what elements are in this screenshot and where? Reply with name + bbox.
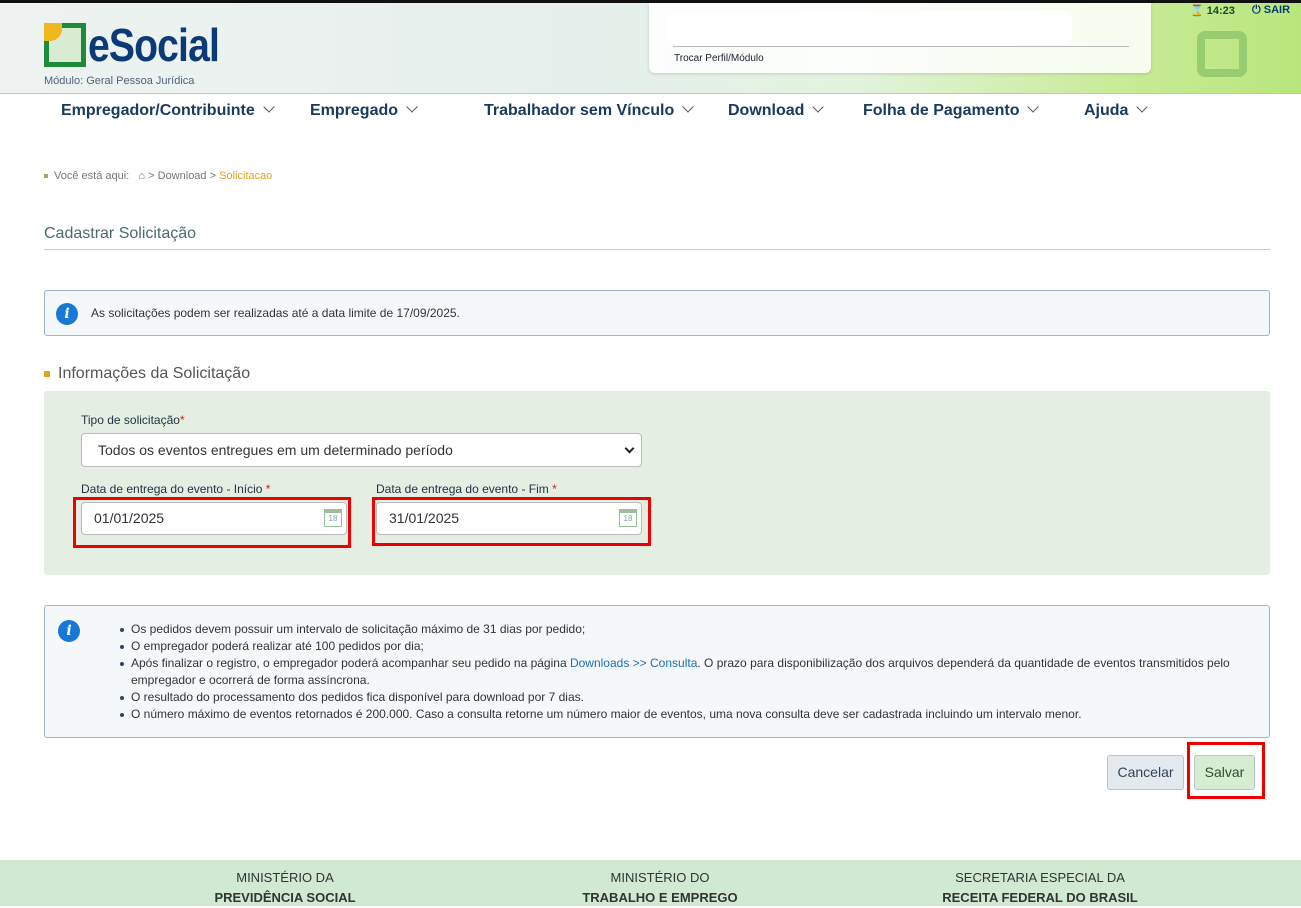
chevron-down-icon xyxy=(406,101,418,113)
notes-alert: i Os pedidos devem possuir um intervalo … xyxy=(44,605,1270,738)
chevron-down-icon xyxy=(1027,101,1040,113)
esocial-logo[interactable]: eSocial xyxy=(44,19,242,71)
type-select[interactable]: Todos os eventos entregues em um determi… xyxy=(81,433,642,467)
breadcrumb-download[interactable]: Download xyxy=(158,170,207,182)
alert-text: As solicitações podem ser realizadas até… xyxy=(91,306,460,320)
footer-line: MINISTÉRIO DA xyxy=(236,870,334,885)
footer-previdencia: MINISTÉRIO DA PREVIDÊNCIA SOCIAL xyxy=(185,868,385,908)
note-item: Após finalizar o registro, o empregador … xyxy=(120,655,1251,689)
logo-icon xyxy=(44,23,86,67)
note-item: Os pedidos devem possuir um intervalo de… xyxy=(120,621,1251,638)
logo-text: eSocial xyxy=(88,19,220,71)
chevron-down-icon xyxy=(812,101,825,113)
logout-button[interactable]: ⏻ SAIR xyxy=(1252,4,1290,17)
footer-line: RECEITA FEDERAL DO BRASIL xyxy=(942,890,1138,905)
divider xyxy=(44,249,1270,250)
profile-info xyxy=(667,11,1072,45)
highlight-box xyxy=(1187,742,1265,799)
nav-trabalhador[interactable]: Trabalhador sem Vínculo xyxy=(484,101,694,120)
main-nav: Empregador/Contribuinte Empregado Trabal… xyxy=(0,101,1301,122)
section-title-text: Informações da Solicitação xyxy=(58,365,251,382)
info-icon: i xyxy=(56,303,78,325)
footer-line: PREVIDÊNCIA SOCIAL xyxy=(214,890,356,905)
required-mark: * xyxy=(552,482,557,496)
separator: > xyxy=(148,170,155,182)
nav-label: Trabalhador sem Vínculo xyxy=(484,102,675,119)
label-text: Data de entrega do evento - Fim xyxy=(376,482,549,496)
nav-folha[interactable]: Folha de Pagamento xyxy=(863,101,1040,120)
highlight-box xyxy=(372,497,651,546)
nav-empregado[interactable]: Empregado xyxy=(310,101,418,120)
footer-receita: SECRETARIA ESPECIAL DA RECEITA FEDERAL DO… xyxy=(910,868,1170,908)
breadcrumb-label: Você está aqui: xyxy=(54,170,130,182)
footer: MINISTÉRIO DA PREVIDÊNCIA SOCIAL MINISTÉR… xyxy=(0,860,1301,906)
chevron-down-icon xyxy=(1136,101,1149,113)
nav-label: Empregador/Contribuinte xyxy=(61,102,255,119)
label-text: Tipo de solicitação xyxy=(81,413,180,427)
footer-trabalho: MINISTÉRIO DO TRABALHO E EMPREGO xyxy=(540,868,780,908)
switch-profile-link[interactable]: Trocar Perfil/Módulo xyxy=(674,53,764,64)
info-alert: i As solicitações podem ser realizadas a… xyxy=(44,290,1270,336)
nav-download[interactable]: Download xyxy=(728,101,825,120)
footer-line: SECRETARIA ESPECIAL DA xyxy=(955,870,1125,885)
bullet-icon xyxy=(44,370,50,377)
note-item: O número máximo de eventos retornados é … xyxy=(120,706,1251,723)
label-text: Data de entrega do evento - Início xyxy=(81,482,263,496)
footer-line: MINISTÉRIO DO xyxy=(610,870,710,885)
nav-empregador[interactable]: Empregador/Contribuinte xyxy=(61,101,275,120)
home-icon[interactable]: ⌂ xyxy=(138,170,145,182)
highlight-box xyxy=(73,497,351,548)
nav-label: Empregado xyxy=(310,102,399,119)
note-text: Após finalizar o registro, o empregador … xyxy=(131,656,570,670)
nav-label: Download xyxy=(728,102,805,119)
breadcrumb-current: Solicitacao xyxy=(219,170,273,182)
notes-list: Os pedidos devem possuir um intervalo de… xyxy=(120,621,1251,723)
required-mark: * xyxy=(265,482,271,496)
chevron-down-icon xyxy=(624,443,635,454)
note-item: O empregador poderá realizar até 100 ped… xyxy=(120,638,1251,655)
bullet-icon xyxy=(44,174,48,179)
divider xyxy=(673,46,1129,47)
nav-ajuda[interactable]: Ajuda xyxy=(1084,101,1149,120)
info-icon: i xyxy=(58,620,80,642)
separator: > xyxy=(209,170,217,182)
page-title: Cadastrar Solicitação xyxy=(44,225,197,242)
decorative-shape xyxy=(1197,31,1247,77)
nav-label: Ajuda xyxy=(1084,102,1129,119)
start-date-label: Data de entrega do evento - Início * xyxy=(81,482,270,496)
nav-label: Folha de Pagamento xyxy=(863,102,1020,119)
session-timer: ⌛ 14:23 xyxy=(1190,4,1235,17)
timer-value: 14:23 xyxy=(1206,5,1235,17)
downloads-consulta-link[interactable]: Downloads >> Consulta xyxy=(570,656,697,670)
cancel-button[interactable]: Cancelar xyxy=(1107,755,1184,790)
module-label: Módulo: Geral Pessoa Jurídica xyxy=(44,75,195,87)
type-label: Tipo de solicitação* xyxy=(81,413,185,427)
footer-line: TRABALHO E EMPREGO xyxy=(582,890,738,905)
profile-box: Trocar Perfil/Módulo xyxy=(649,3,1151,73)
breadcrumb: Você está aqui: ⌂ > Download > Solicitac… xyxy=(44,170,272,182)
header: eSocial Módulo: Geral Pessoa Jurídica Tr… xyxy=(0,0,1301,94)
chevron-down-icon xyxy=(263,101,275,113)
required-mark: * xyxy=(179,413,185,427)
chevron-down-icon xyxy=(682,101,694,113)
section-title: Informações da Solicitação xyxy=(44,365,250,383)
power-icon: ⏻ xyxy=(1252,4,1261,16)
end-date-label: Data de entrega do evento - Fim * xyxy=(376,482,557,496)
select-value: Todos os eventos entregues em um determi… xyxy=(98,442,453,458)
logout-label: SAIR xyxy=(1263,4,1291,16)
note-item: O resultado do processamento dos pedidos… xyxy=(120,689,1251,706)
hourglass-icon: ⌛ xyxy=(1190,5,1204,17)
